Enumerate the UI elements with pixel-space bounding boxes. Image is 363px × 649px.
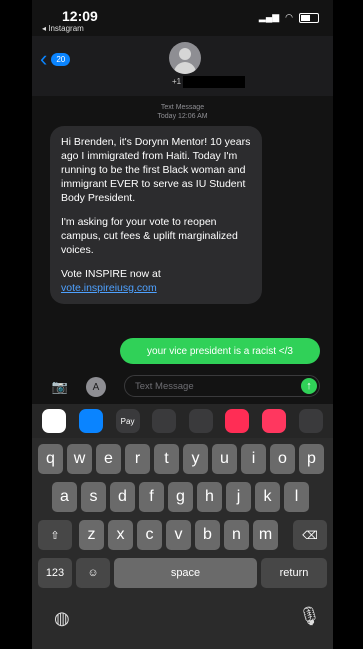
key-n[interactable]: n: [224, 520, 249, 550]
key-q[interactable]: q: [38, 444, 63, 474]
key-a[interactable]: a: [52, 482, 77, 512]
delete-key[interactable]: ⌫: [293, 520, 327, 550]
key-j[interactable]: j: [226, 482, 251, 512]
message-paragraph-3: Vote INSPIRE now at vote.inspireiusg.com: [61, 267, 251, 295]
app-store-icon[interactable]: [78, 409, 103, 433]
photos-icon[interactable]: [42, 409, 67, 433]
key-e[interactable]: e: [96, 444, 121, 474]
shift-key[interactable]: ⇧: [38, 520, 72, 550]
key-t[interactable]: t: [154, 444, 179, 474]
key-s[interactable]: s: [81, 482, 106, 512]
music-icon[interactable]: [262, 409, 287, 433]
space-key[interactable]: space: [114, 558, 257, 588]
message-composer: 📷 A ↑: [32, 372, 333, 402]
avatar-body: [174, 62, 196, 74]
contact-number[interactable]: +1: [172, 76, 246, 88]
app-drawer: Pay: [32, 404, 333, 438]
more-stickers-icon[interactable]: [298, 409, 323, 433]
globe-icon[interactable]: ◍: [54, 608, 70, 629]
emoji-key[interactable]: ☺: [76, 558, 110, 588]
back-to-app-link[interactable]: ◂ Instagram: [42, 24, 84, 33]
memoji-icon[interactable]: [188, 409, 213, 433]
key-y[interactable]: y: [183, 444, 208, 474]
screenshot: 12:09 ◂ Instagram ▂▄▆ ◠ ‹ 20 +1 Text Mes…: [0, 0, 363, 649]
return-key[interactable]: return: [261, 558, 327, 588]
contact-avatar[interactable]: [169, 42, 201, 74]
key-l[interactable]: l: [284, 482, 309, 512]
key-r[interactable]: r: [125, 444, 150, 474]
timestamp-type: Text Message: [160, 104, 205, 111]
camera-icon[interactable]: 📷: [50, 377, 70, 397]
key-w[interactable]: w: [67, 444, 92, 474]
key-z[interactable]: z: [79, 520, 104, 550]
outgoing-text: your vice president is a racist </3: [147, 345, 293, 357]
status-bar: 12:09 ◂ Instagram ▂▄▆ ◠: [32, 0, 333, 34]
key-k[interactable]: k: [255, 482, 280, 512]
message-text-field[interactable]: [125, 377, 285, 396]
vote-text: Vote INSPIRE now at: [61, 268, 161, 280]
vote-link[interactable]: vote.inspireiusg.com: [61, 282, 157, 294]
message-paragraph-1: Hi Brenden, it's Dorynn Mentor! 10 years…: [61, 136, 251, 204]
image-search-icon[interactable]: [225, 409, 250, 433]
incoming-message-bubble[interactable]: Hi Brenden, it's Dorynn Mentor! 10 years…: [50, 126, 262, 304]
message-input[interactable]: ↑: [124, 375, 320, 397]
timestamp-time: Today 12:06 AM: [157, 113, 208, 120]
numbers-key[interactable]: 123: [38, 558, 72, 588]
keyboard: qwertyuiop asdfghjkl ⇧ ⌫ zxcvbnm 123 ☺ s…: [32, 438, 333, 649]
key-i[interactable]: i: [241, 444, 266, 474]
phone-screen: 12:09 ◂ Instagram ▂▄▆ ◠ ‹ 20 +1 Text Mes…: [32, 0, 333, 649]
back-button[interactable]: ‹ 20: [40, 46, 71, 71]
key-v[interactable]: v: [166, 520, 191, 550]
microphone-icon[interactable]: 🎙: [298, 606, 321, 627]
contact-prefix: +1: [172, 77, 182, 87]
key-o[interactable]: o: [270, 444, 295, 474]
apps-icon[interactable]: A: [86, 377, 106, 397]
apple-pay-icon[interactable]: Pay: [115, 409, 140, 433]
unread-badge: 20: [51, 52, 71, 66]
status-time: 12:09: [62, 8, 98, 24]
conversation-header: ‹ 20 +1: [32, 36, 333, 96]
message-paragraph-2: I'm asking for your vote to reopen campu…: [61, 216, 238, 256]
key-d[interactable]: d: [110, 482, 135, 512]
sticker-app-icon[interactable]: [152, 409, 177, 433]
signal-icon: ▂▄▆: [258, 12, 280, 22]
battery-icon: [299, 12, 319, 23]
key-x[interactable]: x: [108, 520, 133, 550]
key-f[interactable]: f: [139, 482, 164, 512]
redaction-bar: [183, 76, 246, 88]
key-h[interactable]: h: [197, 482, 222, 512]
status-icons: ▂▄▆ ◠: [259, 12, 319, 23]
key-p[interactable]: p: [299, 444, 324, 474]
message-timestamp: Text Message Today 12:06 AM: [32, 103, 333, 121]
send-button[interactable]: ↑: [301, 378, 317, 394]
key-g[interactable]: g: [168, 482, 193, 512]
key-b[interactable]: b: [195, 520, 220, 550]
key-c[interactable]: c: [137, 520, 162, 550]
wifi-icon: ◠: [285, 12, 293, 22]
key-u[interactable]: u: [212, 444, 237, 474]
outgoing-message-bubble[interactable]: your vice president is a racist </3: [120, 338, 320, 364]
chevron-left-icon: ‹: [40, 46, 48, 71]
key-m[interactable]: m: [253, 520, 278, 550]
avatar-head: [179, 48, 191, 60]
